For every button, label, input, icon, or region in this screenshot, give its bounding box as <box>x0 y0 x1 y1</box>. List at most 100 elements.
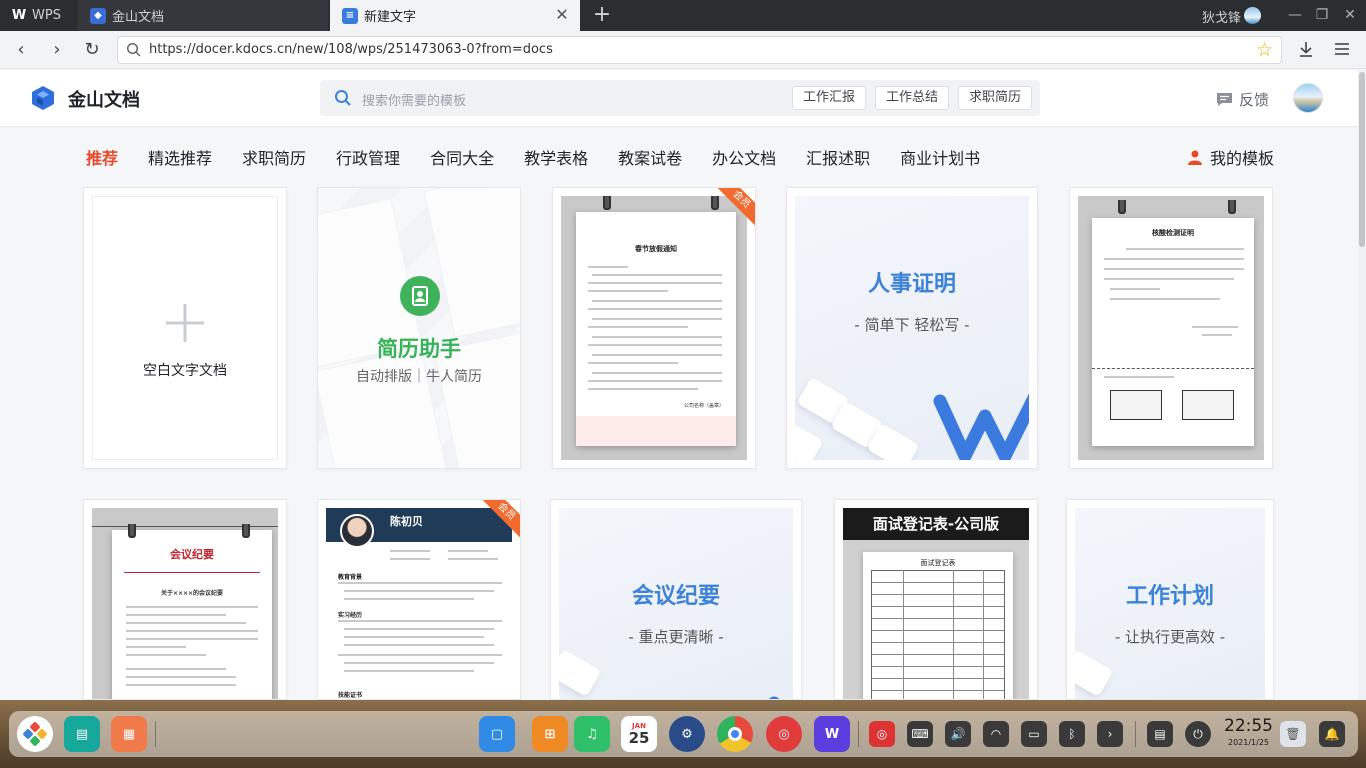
chrome-icon[interactable] <box>717 716 753 752</box>
calendar-day: 25 <box>628 729 650 747</box>
notification-icon[interactable]: 🔔 <box>1319 721 1345 747</box>
tab-wps[interactable]: W WPS <box>0 0 76 31</box>
dock-separator <box>858 721 859 747</box>
bluetooth-icon[interactable]: ᛒ <box>1059 721 1085 747</box>
kdocs-logo-icon[interactable] <box>32 86 54 110</box>
netease-tray-icon[interactable]: ◎ <box>869 721 895 747</box>
category-reports[interactable]: 汇报述职 <box>806 145 870 169</box>
resume-section-certs: 技能证书 <box>338 692 363 699</box>
clipboard-icon[interactable]: ▤ <box>1147 721 1173 747</box>
volume-icon[interactable]: 🔊 <box>945 721 971 747</box>
plus-icon <box>166 304 204 342</box>
scrollbar-thumb[interactable] <box>1359 72 1365 247</box>
trash-icon[interactable]: 🗑 <box>1280 721 1306 747</box>
my-templates-link[interactable]: 我的模板 <box>1188 145 1274 169</box>
user-avatar[interactable] <box>1293 83 1323 113</box>
nucleic-cert-template-card[interactable]: 核酸检测证明 <box>1069 187 1273 469</box>
wps-icon[interactable]: W <box>814 716 850 752</box>
tab-new-document[interactable]: ≡ 新建文字 ✕ <box>330 0 580 31</box>
launcher-icon[interactable] <box>17 716 53 752</box>
calendar-icon[interactable]: JAN 25 <box>621 716 657 752</box>
keyboard-icon[interactable]: ⌨ <box>907 721 933 747</box>
category-nav: 推荐 精选推荐 求职简历 行政管理 合同大全 教学表格 教案试卷 办公文档 汇报… <box>86 145 1010 169</box>
binder-clip <box>242 524 250 538</box>
workspace-icon[interactable]: ▦ <box>111 716 147 752</box>
resume-vip-template-card[interactable]: 陈初贝 教育背景 实习经历 技能证书 会员 <box>317 499 521 700</box>
clock-time[interactable]: 22:55 <box>1224 716 1273 736</box>
battery-icon[interactable]: ▭ <box>1021 721 1047 747</box>
resume-helper-card[interactable]: 简历助手 自动排版｜牛人简历 <box>317 187 521 469</box>
category-teaching-forms[interactable]: 教学表格 <box>524 145 588 169</box>
personnel-cert-subtitle: - 简单下 轻松写 - <box>854 316 970 334</box>
launcher-glyph <box>23 722 47 746</box>
site-header: 金山文档 搜索你需要的模板 工作汇报 工作总结 求职简历 反馈 <box>0 70 1366 127</box>
expand-tray-icon[interactable]: › <box>1097 721 1123 747</box>
forward-icon[interactable]: › <box>45 38 69 62</box>
category-recommended[interactable]: 推荐 <box>86 145 118 169</box>
kdocs-icon: ◆ <box>90 7 106 24</box>
category-lesson-plans[interactable]: 教案试卷 <box>618 145 682 169</box>
address-bar: ‹ › ↻ https://docer.kdocs.cn/new/108/wps… <box>0 31 1366 69</box>
template-preview: 春节放假通知 公司名称（盖章） <box>561 196 747 460</box>
category-admin[interactable]: 行政管理 <box>336 145 400 169</box>
document-paper: 面试登记表 <box>863 552 1013 699</box>
music-icon[interactable]: ♫ <box>574 716 610 752</box>
power-icon[interactable]: ⏻ <box>1185 721 1211 747</box>
work-plan-card[interactable]: 工作计划 - 让执行更高效 - <box>1066 499 1274 700</box>
personnel-cert-title: 人事证明 <box>867 272 956 297</box>
window-user-avatar[interactable] <box>1244 7 1261 24</box>
spring-notice-template-card[interactable]: 春节放假通知 公司名称（盖章） 会员 <box>552 187 756 469</box>
dock-separator <box>1135 721 1136 747</box>
meeting-minutes-card[interactable]: 会议纪要 - 重点更清晰 - <box>550 499 802 700</box>
hot-tag-work-report[interactable]: 工作汇报 <box>792 86 867 110</box>
interview-form-title: 面试登记表 <box>920 559 956 567</box>
bookmark-star-icon[interactable]: ☆ <box>1256 39 1273 61</box>
reload-icon[interactable]: ↻ <box>80 38 104 62</box>
interview-form-template-card[interactable]: 面试登记表-公司版 面试登记表 <box>834 499 1038 700</box>
work-plan-title: 工作计划 <box>1125 584 1214 609</box>
category-business-plans[interactable]: 商业计划书 <box>900 145 980 169</box>
back-icon[interactable]: ‹ <box>9 38 33 62</box>
settings-icon[interactable]: ⚙ <box>669 716 705 752</box>
wifi-icon[interactable]: ◠ <box>983 721 1009 747</box>
hot-tag-work-summary[interactable]: 工作总结 <box>875 86 950 110</box>
menu-icon[interactable] <box>1334 41 1350 57</box>
category-resume[interactable]: 求职简历 <box>242 145 306 169</box>
url-input[interactable]: https://docer.kdocs.cn/new/108/wps/25147… <box>117 36 1282 64</box>
word-w-icon <box>933 393 1029 460</box>
template-search-input[interactable]: 搜索你需要的模板 工作汇报 工作总结 求职简历 <box>320 80 1040 116</box>
tab-label: WPS <box>32 8 61 23</box>
word-w-icon <box>768 696 780 699</box>
blank-document-card[interactable]: 空白文字文档 <box>83 187 287 469</box>
app-store-icon[interactable]: ⊞ <box>532 716 568 752</box>
meeting-minutes-template-card[interactable]: 会议纪要 关于××××的会议纪要 <box>83 499 287 700</box>
category-office-docs[interactable]: 办公文档 <box>712 145 776 169</box>
notice-title: 春节放假通知 <box>635 245 677 253</box>
new-tab-button[interactable]: + <box>590 3 614 27</box>
close-window-icon[interactable]: ✕ <box>1340 5 1360 25</box>
resume-name: 陈初贝 <box>390 515 423 528</box>
category-contracts[interactable]: 合同大全 <box>430 145 494 169</box>
resume-section-internship: 实习经历 <box>338 612 363 619</box>
page-scrollbar[interactable] <box>1358 70 1366 700</box>
tab-label: 新建文字 <box>364 10 417 25</box>
download-icon[interactable] <box>1297 40 1315 58</box>
meeting-card-title: 会议纪要 <box>631 584 720 609</box>
restore-icon[interactable]: ❐ <box>1312 5 1332 25</box>
logo-text[interactable]: 金山文档 <box>68 86 140 112</box>
personnel-cert-card[interactable]: 人事证明 - 简单下 轻松写 - <box>786 187 1038 469</box>
resume-helper-title: 简历助手 <box>377 337 461 361</box>
minimize-icon[interactable]: — <box>1285 5 1305 25</box>
feedback-button[interactable]: 反馈 <box>1216 89 1269 110</box>
tab-kdocs[interactable]: ◆ 金山文档 <box>78 0 328 31</box>
netease-music-icon[interactable]: ◎ <box>766 716 802 752</box>
search-icon <box>126 42 141 57</box>
category-featured[interactable]: 精选推荐 <box>148 145 212 169</box>
file-manager-icon[interactable]: ▢ <box>479 716 515 752</box>
hot-tag-resume[interactable]: 求职简历 <box>958 86 1033 110</box>
close-tab-icon[interactable]: ✕ <box>554 7 570 23</box>
meeting-doc-subtitle: 关于××××的会议纪要 <box>160 590 224 597</box>
multitask-view-icon[interactable]: ▤ <box>64 716 100 752</box>
binder-clip <box>128 524 136 538</box>
my-templates-label: 我的模板 <box>1210 149 1275 168</box>
